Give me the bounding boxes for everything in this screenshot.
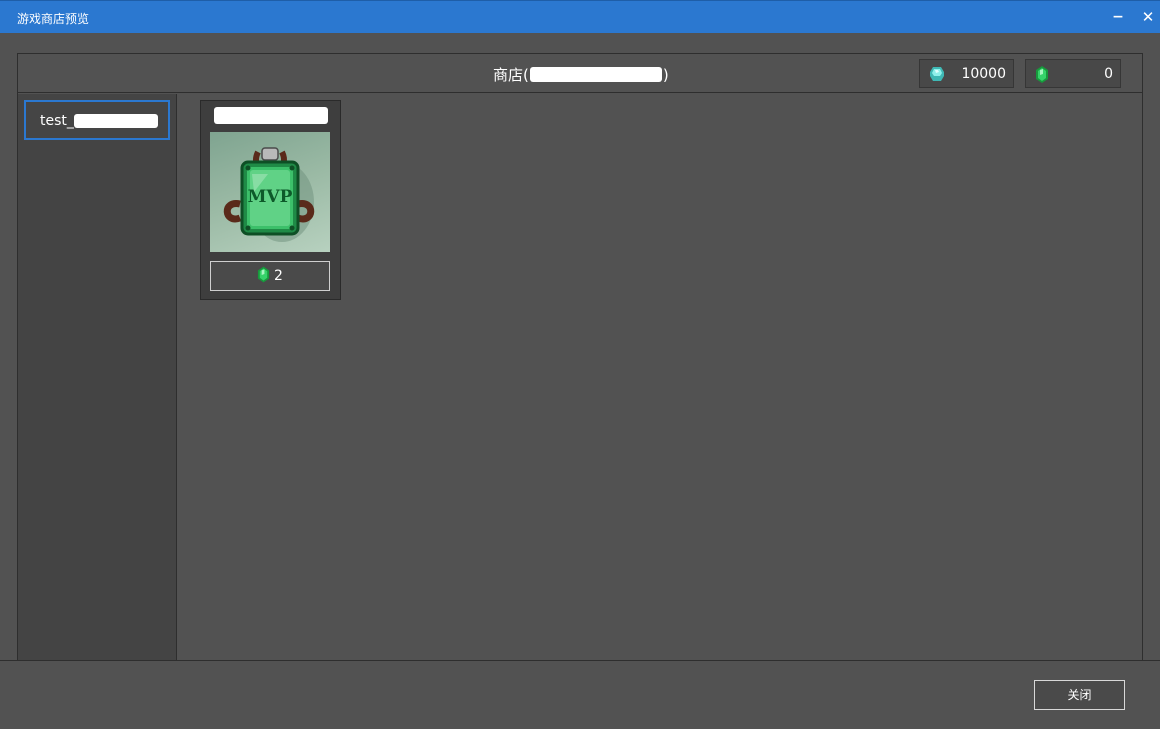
category-item-test[interactable]: test_ (24, 100, 170, 140)
item-price: 2 (274, 268, 283, 284)
emerald-balance: 0 (1025, 59, 1121, 88)
close-button[interactable]: 关闭 (1034, 680, 1125, 710)
title-bar: 游戏商店预览 − ✕ (0, 0, 1160, 33)
shop-panel: 商店( ) 10000 0 test_ MVP 2 (17, 53, 1143, 662)
category-label-text: test_ (40, 113, 74, 129)
diamond-value: 10000 (961, 66, 1006, 82)
shop-item-card[interactable]: MVP 2 (200, 100, 341, 300)
diamond-icon (929, 66, 945, 86)
shop-title-prefix: 商店( (493, 66, 529, 84)
footer-bar: 关闭 (0, 660, 1160, 729)
minimize-button[interactable]: − (1108, 7, 1128, 27)
redacted-item-name (214, 107, 328, 124)
category-sidebar: test_ (18, 94, 177, 662)
redacted-category-name (73, 114, 158, 128)
emerald-icon (1035, 66, 1049, 87)
shop-title: 商店( ) (493, 64, 669, 85)
emerald-icon (257, 266, 270, 287)
buy-price-button[interactable]: 2 (210, 261, 330, 291)
category-label: test_ (40, 113, 158, 129)
redacted-shop-name (529, 67, 662, 82)
window-title: 游戏商店预览 (17, 12, 90, 26)
mvp-badge-icon: MVP (210, 132, 330, 252)
shop-header: 商店( ) 10000 0 (18, 54, 1142, 93)
diamond-balance: 10000 (919, 59, 1014, 88)
shop-title-suffix: ) (662, 65, 669, 84)
emerald-value: 0 (1104, 66, 1113, 82)
window-close-button[interactable]: ✕ (1138, 7, 1158, 27)
